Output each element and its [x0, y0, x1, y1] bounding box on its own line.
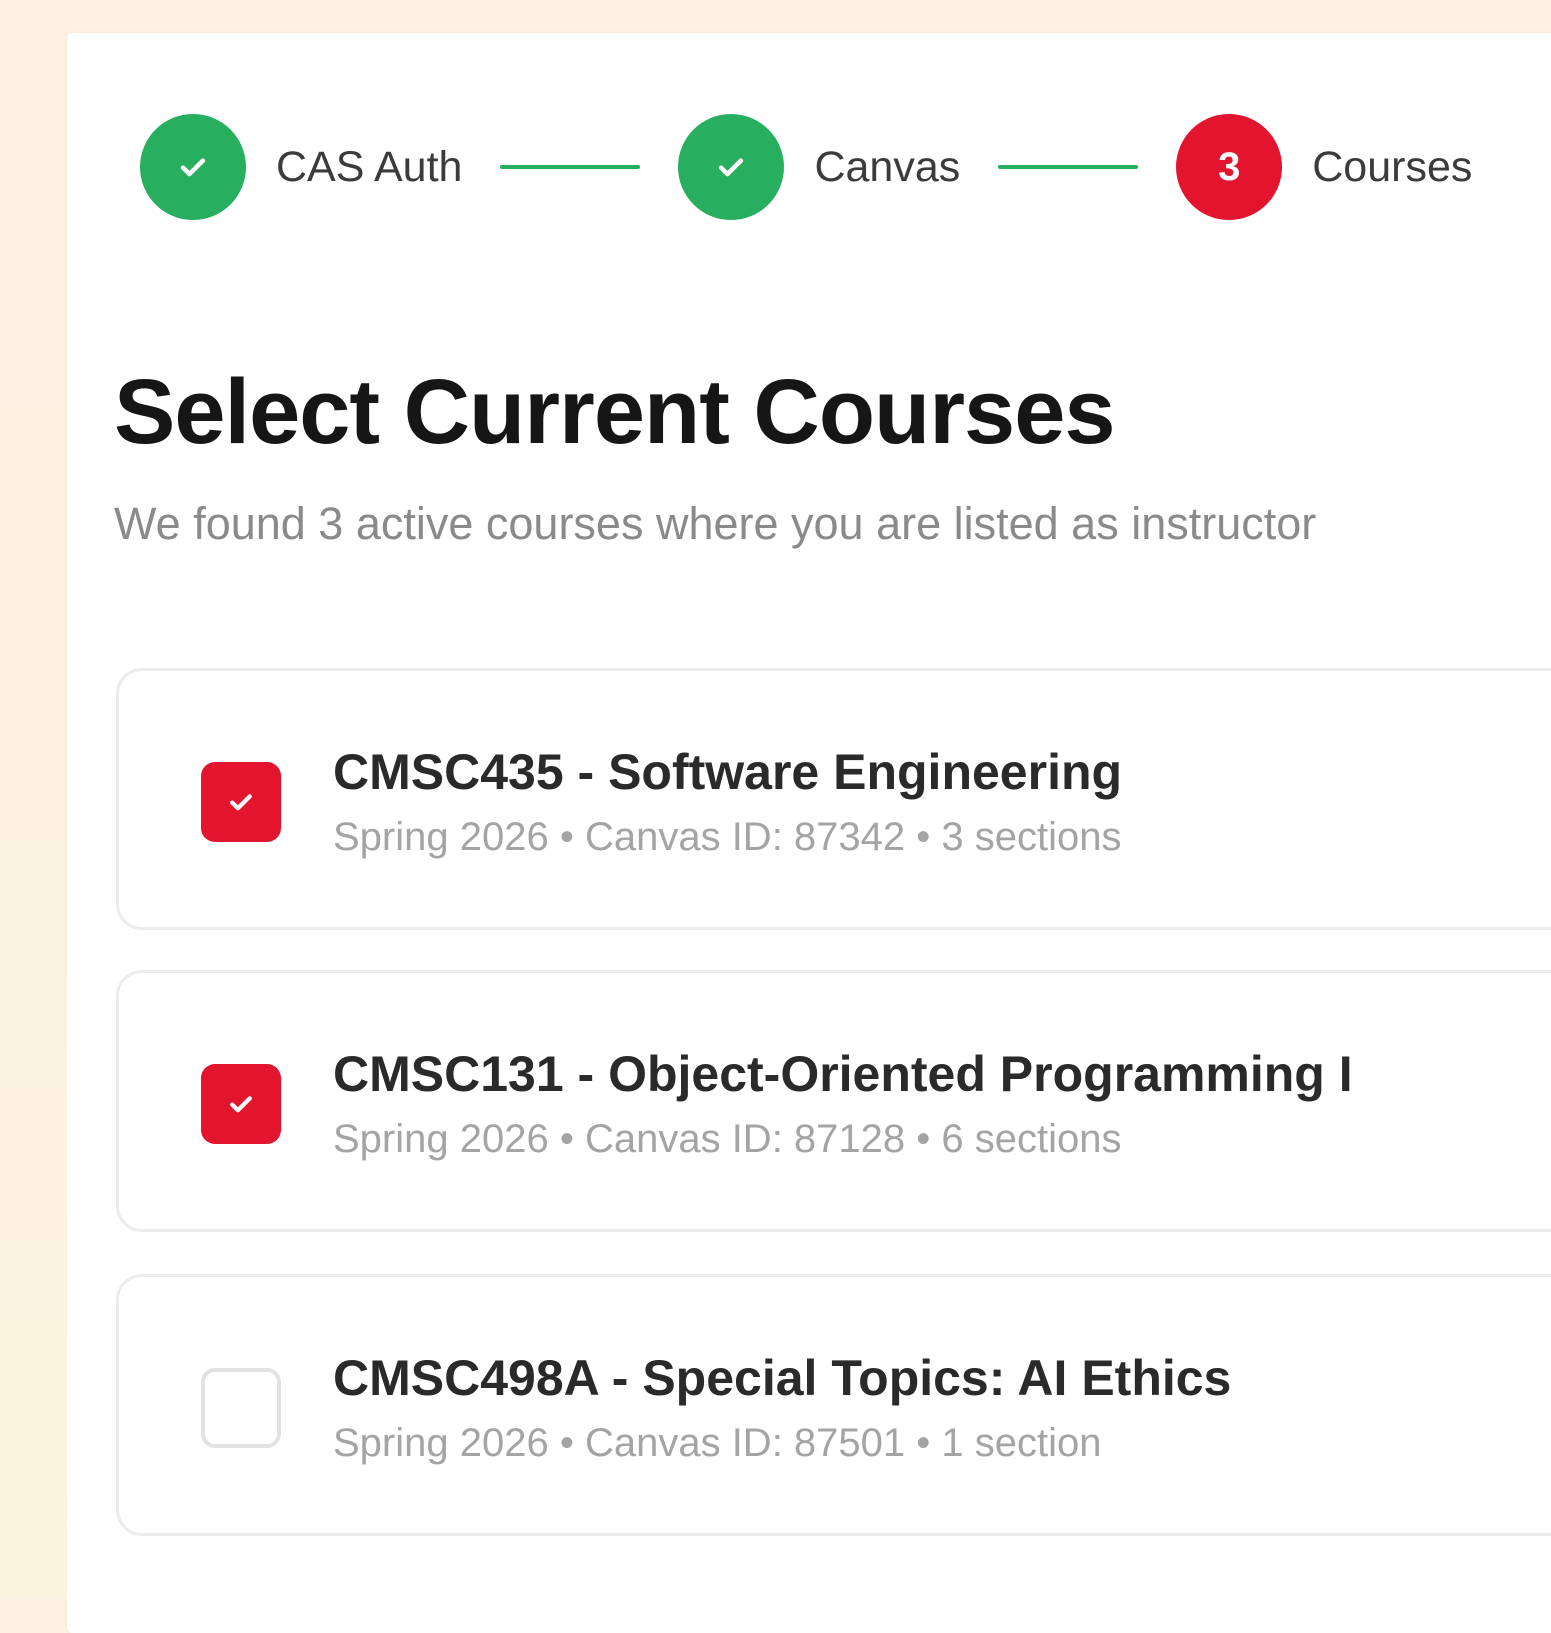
check-icon: [230, 1096, 252, 1113]
step-courses: 3 Courses: [1176, 114, 1472, 220]
course-item[interactable]: CMSC435 - Software Engineering Spring 20…: [116, 668, 1551, 930]
course-title: CMSC498A - Special Topics: AI Ethics: [333, 1350, 1232, 1406]
step-number-badge: 3: [1176, 114, 1283, 220]
course-item[interactable]: CMSC498A - Special Topics: AI Ethics Spr…: [116, 1274, 1551, 1536]
course-meta: Spring 2026 • Canvas ID: 87501 • 1 secti…: [333, 1421, 1102, 1465]
step-connector: [998, 165, 1139, 169]
course-meta: Spring 2026 • Canvas ID: 87128 • 6 secti…: [333, 1117, 1122, 1161]
course-title: CMSC435 - Software Engineering: [333, 744, 1123, 800]
step-connector: [500, 165, 641, 169]
check-icon: [180, 158, 206, 177]
check-icon: [719, 158, 744, 177]
course-list: CMSC435 - Software Engineering Spring 20…: [116, 668, 1551, 1578]
step-canvas: Canvas: [678, 114, 960, 220]
course-checkbox[interactable]: [201, 762, 281, 842]
step-complete-badge: [140, 114, 246, 220]
page-title: Select Current Courses: [114, 361, 1116, 463]
page-subtitle: We found 3 active courses where you are …: [114, 498, 1317, 549]
step-label: Canvas: [814, 142, 961, 191]
progress-stepper: CAS Auth Canvas 3 Courses: [140, 114, 1472, 220]
course-checkbox[interactable]: [201, 1064, 281, 1144]
course-title: CMSC131 - Object-Oriented Programming I: [333, 1046, 1353, 1102]
course-checkbox[interactable]: [201, 1368, 281, 1448]
step-complete-badge: [678, 114, 785, 220]
step-cas-auth: CAS Auth: [140, 114, 462, 220]
course-item[interactable]: CMSC131 - Object-Oriented Programming I …: [116, 970, 1551, 1232]
course-meta: Spring 2026 • Canvas ID: 87342 • 3 secti…: [333, 815, 1122, 859]
step-label: CAS Auth: [276, 142, 463, 191]
step-label: Courses: [1312, 142, 1473, 191]
check-icon: [230, 794, 252, 811]
